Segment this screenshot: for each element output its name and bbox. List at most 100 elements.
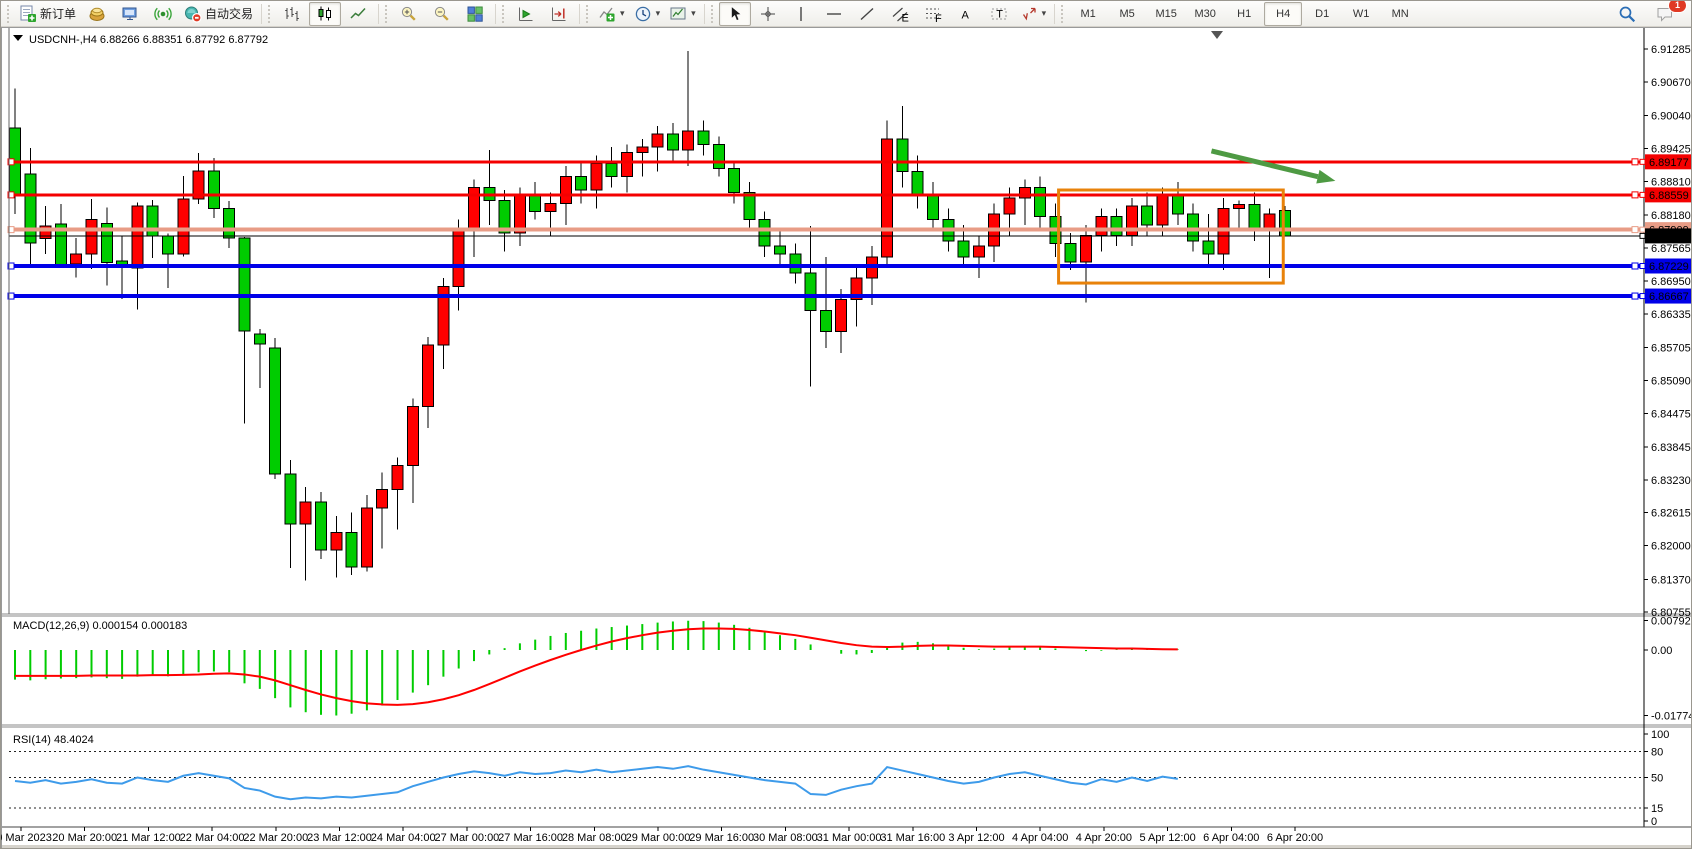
clock-icon	[634, 5, 652, 23]
signals-button[interactable]	[147, 2, 179, 26]
mt4-window: 新订单 自动交易 ▾ ▾ ▾ EFAT ▾ M1 M5 M15M30H1H4D1W1MN 1 6.9…	[0, 0, 1692, 849]
line-handle[interactable]	[1632, 192, 1638, 198]
candle-body	[392, 465, 403, 489]
candle-body	[805, 273, 816, 310]
templates-button[interactable]: ▾	[665, 2, 700, 26]
candle-body	[591, 163, 602, 190]
tf-mn[interactable]: MN	[1381, 2, 1419, 26]
candle-body	[1004, 198, 1015, 214]
line-handle[interactable]	[1632, 263, 1638, 269]
chart-title: USDCNH-,H4 6.88266 6.88351 6.87792 6.877…	[29, 34, 268, 46]
candle-body	[316, 502, 327, 550]
macd-tick-label: 0.00	[1651, 645, 1672, 657]
candle-body	[1188, 214, 1199, 241]
channel-button[interactable]: E	[884, 2, 916, 26]
template-icon	[669, 5, 687, 23]
market-watch-button[interactable]	[81, 2, 113, 26]
candle-body	[1111, 217, 1122, 236]
toolbar-right: 1	[1611, 2, 1687, 26]
candle-body	[958, 241, 969, 257]
price-tick-label: 6.91285	[1651, 44, 1691, 56]
new-order-button[interactable]: 新订单	[15, 2, 80, 26]
data-window-button[interactable]	[114, 2, 146, 26]
time-tick-label: 27 Mar 00:00	[434, 832, 499, 844]
fibonacci-button[interactable]: F	[917, 2, 949, 26]
price-plate-6.87792: 6.87792	[1640, 228, 1692, 243]
trendline-button[interactable]	[851, 2, 883, 26]
line-chart-button[interactable]	[342, 2, 374, 26]
chevron-down-icon[interactable]: ▾	[691, 8, 696, 19]
candle[interactable]	[316, 492, 327, 559]
bar-chart-button[interactable]	[276, 2, 308, 26]
candle-body	[407, 407, 418, 466]
indicators-button[interactable]: ▾	[594, 2, 629, 26]
chart-shift-button[interactable]	[543, 2, 575, 26]
zoom-in-button[interactable]	[393, 2, 425, 26]
time-tick-label: 31 Mar 16:00	[880, 832, 945, 844]
text-label-button[interactable]: T	[983, 2, 1015, 26]
tf-m30[interactable]: M30	[1186, 2, 1224, 26]
candlestick-chart-button[interactable]	[309, 2, 341, 26]
bars-icon	[283, 5, 301, 23]
toolbar-grip	[384, 5, 389, 23]
tf-w1[interactable]: W1	[1342, 2, 1380, 26]
plate-anchor	[1640, 233, 1645, 238]
tf-m15[interactable]: M15	[1147, 2, 1185, 26]
toolbar-grip	[710, 5, 715, 23]
candle-body	[300, 502, 311, 524]
shift-icon	[550, 5, 568, 23]
tf-m5[interactable]: M5	[1108, 2, 1146, 26]
time-tick-label: 29 Mar 00:00	[626, 832, 691, 844]
candle[interactable]	[270, 338, 281, 479]
crosshair-icon	[759, 5, 777, 23]
tile-windows-button[interactable]	[459, 2, 491, 26]
chevron-down-icon[interactable]: ▾	[1042, 8, 1047, 19]
chevron-down-icon[interactable]: ▾	[656, 8, 661, 19]
auto-scroll-button[interactable]	[510, 2, 542, 26]
arrows-button[interactable]: ▾	[1016, 2, 1051, 26]
vline-icon	[792, 5, 810, 23]
plate-anchor	[1640, 159, 1645, 164]
candle-body	[545, 203, 556, 211]
text-button[interactable]: A	[950, 2, 982, 26]
horizontal-line-button[interactable]	[818, 2, 850, 26]
notifications-button[interactable]: 1	[1649, 2, 1681, 26]
cursor-button[interactable]	[719, 2, 751, 26]
candle-body	[897, 139, 908, 171]
candle-body	[239, 238, 250, 331]
tf-h4[interactable]: H4	[1264, 2, 1302, 26]
gold-icon	[88, 5, 106, 23]
search-button[interactable]	[1611, 2, 1643, 26]
plate-anchor	[1640, 192, 1645, 197]
chevron-down-icon[interactable]: ▾	[620, 8, 625, 19]
candle-body	[820, 310, 831, 331]
time-tick-label: 28 Mar 08:00	[562, 832, 627, 844]
toolbar-grip	[585, 5, 590, 23]
macd-label: MACD(12,26,9) 0.000154 0.000183	[13, 620, 187, 632]
periods-button[interactable]: ▾	[630, 2, 665, 26]
tf-h1[interactable]: H1	[1225, 2, 1263, 26]
price-plate-6.87229: 6.87229	[1640, 259, 1692, 274]
time-tick-label: 4 Apr 20:00	[1076, 832, 1132, 844]
line-handle[interactable]	[1632, 227, 1638, 233]
price-plate-6.89177: 6.89177	[1640, 154, 1692, 169]
price-chart-canvas[interactable]: 6.912856.906706.900406.894256.888106.881…	[1, 27, 1692, 849]
zoom-out-button[interactable]	[426, 2, 458, 26]
line-handle[interactable]	[1632, 159, 1638, 165]
price-plate-6.88559: 6.88559	[1640, 187, 1692, 202]
notification-badge: 1	[1668, 0, 1687, 13]
toolbar-group-trade: 新订单 自动交易	[15, 2, 257, 26]
tf-m1[interactable]: M1	[1069, 2, 1107, 26]
tf-d1[interactable]: D1	[1303, 2, 1341, 26]
tf-m5-label: M5	[1120, 8, 1135, 20]
toolbar-separator	[261, 4, 262, 24]
vertical-line-button[interactable]	[785, 2, 817, 26]
toolbar-group-scroll	[510, 2, 575, 26]
candles-icon	[316, 5, 334, 23]
line-handle[interactable]	[1632, 293, 1638, 299]
crosshair-button[interactable]	[752, 2, 784, 26]
price-tick-label: 6.84475	[1651, 408, 1691, 420]
autotrade-button[interactable]: 自动交易	[180, 2, 257, 26]
candle-body	[1157, 195, 1168, 224]
plate-anchor	[1640, 294, 1645, 299]
